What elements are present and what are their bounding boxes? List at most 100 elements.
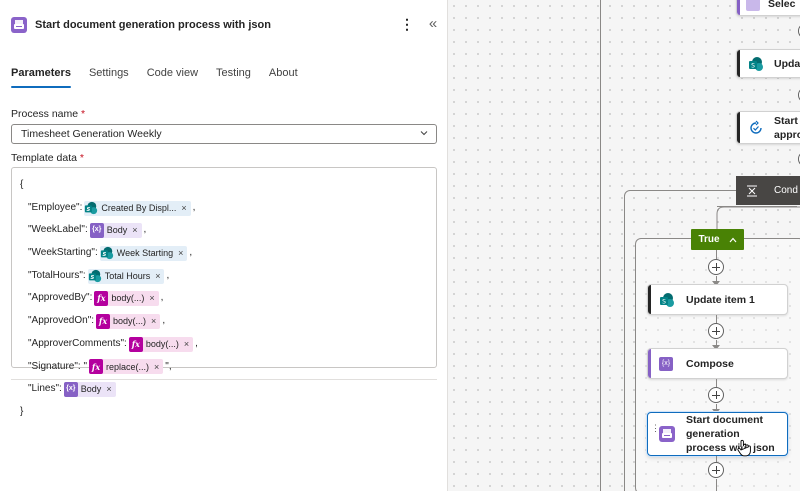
- json-open-brace: {: [20, 179, 24, 190]
- template-data-editor[interactable]: { "Employee": S Created By Displ... ×, "Week…: [11, 167, 437, 417]
- json-key: "Signature": ": [28, 360, 88, 372]
- json-suffix: ,: [192, 201, 196, 213]
- collapse-panel-button[interactable]: «: [425, 14, 441, 34]
- required-mark: *: [81, 108, 86, 120]
- chevron-up-icon: [729, 237, 737, 242]
- token-label: Total Hours: [104, 270, 151, 281]
- node-accent: [648, 349, 651, 378]
- variable-icon: {x}: [63, 382, 78, 398]
- template-data-label-text: Template data: [11, 152, 77, 164]
- tab-about[interactable]: About: [269, 66, 298, 88]
- json-key: "Lines":: [28, 383, 62, 395]
- dynamic-content-token[interactable]: S Total Hours ×: [87, 268, 165, 284]
- remove-token-icon[interactable]: ×: [151, 310, 156, 333]
- json-suffix: ,: [166, 269, 170, 281]
- svg-text:S: S: [90, 275, 94, 281]
- sharepoint-icon: S: [748, 56, 764, 72]
- dynamic-content-token[interactable]: fx body(...) ×: [94, 291, 159, 307]
- expression-icon: fx: [96, 313, 111, 329]
- update-item-node[interactable]: S Update item 1: [647, 284, 788, 315]
- panel-tabs: Parameters Settings Code view Testing Ab…: [11, 66, 298, 88]
- json-key: "WeekLabel":: [28, 224, 88, 236]
- tab-testing[interactable]: Testing: [216, 66, 251, 88]
- remove-token-icon[interactable]: ×: [154, 356, 159, 379]
- process-name-value: Timesheet Generation Weekly: [21, 128, 162, 140]
- dynamic-content-token[interactable]: {x} Body ×: [89, 223, 142, 239]
- expression-icon: fx: [94, 291, 109, 307]
- start-approval-node[interactable]: Start appro: [736, 111, 800, 144]
- node-accent: [737, 0, 740, 15]
- dynamic-content-token[interactable]: fx replace(...) ×: [89, 359, 164, 375]
- start-document-generation-node[interactable]: ⋮ Start document generation process with…: [647, 412, 788, 457]
- expression-icon: fx: [89, 359, 104, 375]
- json-suffix: ",: [165, 360, 172, 372]
- dynamic-content-token[interactable]: fx body(...) ×: [96, 313, 161, 329]
- add-step-button[interactable]: [708, 387, 724, 403]
- connector: [716, 479, 717, 491]
- token-label: body(...): [113, 316, 147, 327]
- condition-node[interactable]: Cond: [736, 176, 800, 205]
- template-data-label: Template data *: [11, 152, 84, 164]
- add-step-button[interactable]: [708, 259, 724, 275]
- tab-code-view[interactable]: Code view: [147, 66, 198, 88]
- remove-token-icon[interactable]: ×: [106, 378, 111, 401]
- json-key: "TotalHours":: [28, 269, 86, 281]
- dynamic-content-token[interactable]: fx body(...) ×: [128, 336, 194, 352]
- select-node[interactable]: Selec: [736, 0, 800, 16]
- remove-token-icon[interactable]: ×: [181, 197, 186, 220]
- add-step-button[interactable]: [708, 323, 724, 339]
- json-row: "ApprovedOn": fx body(...) ×,: [20, 310, 428, 333]
- drag-handle-icon[interactable]: ⋮: [651, 423, 660, 434]
- node-label: Upda: [774, 57, 800, 70]
- approval-icon: [748, 120, 764, 136]
- token-label: Body: [80, 384, 102, 395]
- compose-node[interactable]: {x} Compose: [647, 348, 788, 379]
- sharepoint-icon: S: [100, 246, 114, 261]
- json-row: "ApproverComments": fx body(...) ×,: [20, 333, 428, 356]
- node-label: Start document generation process with j…: [686, 414, 775, 454]
- svg-text:S: S: [87, 207, 91, 213]
- json-row: "Employee": S Created By Displ... ×,: [20, 197, 428, 220]
- svg-text:S: S: [102, 252, 106, 258]
- json-suffix: ,: [195, 337, 198, 349]
- tab-settings[interactable]: Settings: [89, 66, 129, 88]
- remove-token-icon[interactable]: ×: [178, 242, 183, 265]
- divider: [11, 379, 437, 380]
- add-step-button[interactable]: [708, 462, 724, 478]
- panel-title: Start document generation process with j…: [35, 19, 271, 31]
- branch-connector: [716, 206, 800, 229]
- token-label: Week Starting: [116, 248, 174, 259]
- remove-token-icon[interactable]: ×: [184, 333, 189, 356]
- node-label-line1: Start: [774, 114, 798, 127]
- svg-text:S: S: [751, 62, 755, 69]
- json-row: "WeekLabel": {x} Body ×,: [20, 219, 428, 242]
- json-key: "ApprovedBy":: [28, 292, 93, 304]
- node-label: Selec: [768, 0, 796, 10]
- document-generation-icon: [11, 17, 27, 33]
- process-name-dropdown[interactable]: Timesheet Generation Weekly: [11, 124, 437, 144]
- condition-icon: [746, 185, 758, 197]
- node-accent: [737, 50, 740, 77]
- scope-border-left: [600, 0, 601, 491]
- json-row: "Lines": {x} Body ×: [20, 378, 428, 401]
- dynamic-content-token[interactable]: S Week Starting ×: [99, 245, 188, 261]
- json-key: "Employee":: [28, 201, 83, 213]
- sharepoint-icon: S: [659, 292, 675, 308]
- process-name-label-text: Process name: [11, 108, 79, 120]
- remove-token-icon[interactable]: ×: [132, 219, 137, 242]
- svg-text:S: S: [662, 298, 666, 305]
- tab-parameters[interactable]: Parameters: [11, 66, 71, 88]
- panel-header: Start document generation process with j…: [0, 0, 448, 50]
- more-options-button[interactable]: ⋮: [400, 14, 414, 34]
- true-branch-toggle[interactable]: True: [691, 229, 744, 250]
- required-mark: *: [79, 152, 84, 164]
- remove-token-icon[interactable]: ×: [149, 287, 154, 310]
- remove-token-icon[interactable]: ×: [155, 265, 160, 288]
- dynamic-content-token[interactable]: S Created By Displ... ×: [84, 200, 191, 216]
- dynamic-content-token[interactable]: {x} Body ×: [63, 382, 116, 398]
- sharepoint-icon: S: [84, 201, 98, 216]
- compose-icon: {x}: [659, 356, 673, 371]
- node-label-line2: appro: [774, 128, 800, 141]
- update-item-node-top[interactable]: S Upda: [736, 49, 800, 78]
- json-key: "WeekStarting":: [28, 247, 98, 259]
